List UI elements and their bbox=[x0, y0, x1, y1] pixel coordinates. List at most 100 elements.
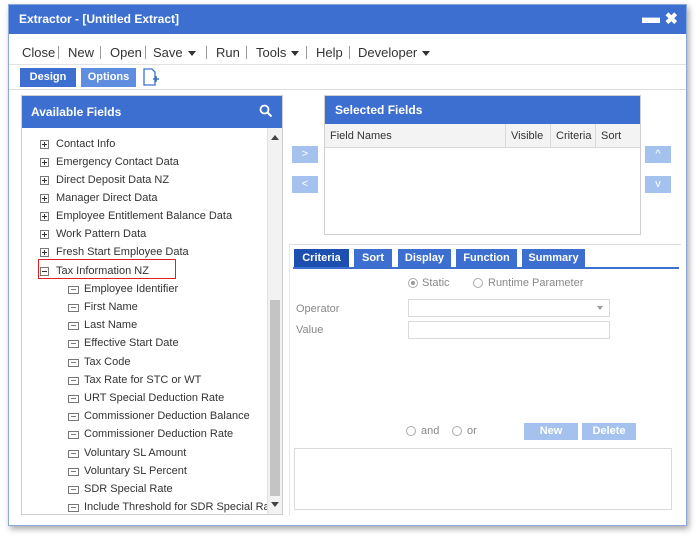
minimize-icon[interactable]: ▬ bbox=[642, 7, 660, 28]
expand-icon[interactable] bbox=[40, 248, 49, 257]
menu-separator bbox=[206, 46, 207, 59]
tab-display[interactable]: Display bbox=[398, 249, 451, 267]
field-icon bbox=[68, 431, 79, 439]
runtime-parameter-label: Runtime Parameter bbox=[488, 277, 584, 289]
tab-function[interactable]: Function bbox=[456, 249, 517, 267]
field-label: SDR Special Rate bbox=[84, 483, 173, 495]
menu-help[interactable]: Help bbox=[316, 45, 343, 60]
tree-group-label: Contact Info bbox=[56, 138, 116, 150]
title-bar: Extractor - [Untitled Extract] ▬ ✖ bbox=[9, 5, 686, 34]
menu-separator bbox=[145, 46, 146, 59]
menu-tools-label: Tools bbox=[256, 45, 287, 60]
expand-icon[interactable] bbox=[40, 230, 49, 239]
menu-separator bbox=[58, 46, 59, 59]
field-label: URT Special Deduction Rate bbox=[84, 392, 225, 404]
design-tab[interactable]: Design bbox=[20, 68, 76, 87]
move-down-button[interactable]: v bbox=[645, 176, 671, 193]
menu-save-label: Save bbox=[153, 45, 183, 60]
tab-criteria[interactable]: Criteria bbox=[294, 249, 349, 267]
field-label: Employee Identifier bbox=[84, 283, 179, 295]
operator-select[interactable] bbox=[408, 299, 610, 317]
search-icon[interactable] bbox=[259, 104, 273, 118]
field-label: Tax Rate for STC or WT bbox=[84, 374, 202, 386]
scroll-up-icon[interactable] bbox=[271, 135, 279, 140]
field-icon bbox=[68, 340, 79, 348]
tree-group-label: Manager Direct Data bbox=[56, 192, 158, 204]
field-label: Include Threshold for SDR Special Rate bbox=[84, 501, 268, 513]
expand-icon[interactable] bbox=[40, 140, 49, 149]
column-header-field-names[interactable]: Field Names bbox=[325, 124, 506, 148]
scroll-down-icon[interactable] bbox=[271, 502, 279, 507]
menu-developer-label: Developer bbox=[358, 45, 418, 60]
or-label: or bbox=[467, 425, 477, 437]
column-header-sort[interactable]: Sort bbox=[596, 124, 640, 148]
expand-icon[interactable] bbox=[40, 194, 49, 203]
chevron-down-icon bbox=[291, 51, 300, 57]
close-icon[interactable]: ✖ bbox=[665, 9, 678, 29]
new-criteria-button[interactable]: New bbox=[524, 423, 578, 440]
value-input[interactable] bbox=[408, 321, 610, 339]
menu-separator bbox=[349, 46, 350, 59]
field-label: Commissioner Deduction Balance bbox=[84, 410, 250, 422]
chevron-down-icon bbox=[187, 51, 196, 57]
menu-bar: Close New Open Save Run Tools Help Devel… bbox=[9, 39, 686, 65]
selected-fields-title: Selected Fields bbox=[335, 103, 423, 117]
chevron-down-icon bbox=[597, 306, 603, 310]
menu-close[interactable]: Close bbox=[22, 45, 55, 60]
menu-run[interactable]: Run bbox=[216, 45, 240, 60]
available-fields-panel: Available Fields Contact Info Emergency … bbox=[21, 95, 283, 515]
runtime-parameter-radio[interactable] bbox=[473, 278, 483, 288]
menu-open[interactable]: Open bbox=[110, 45, 142, 60]
or-radio[interactable] bbox=[452, 426, 462, 436]
delete-criteria-button[interactable]: Delete bbox=[582, 423, 636, 440]
available-fields-title: Available Fields bbox=[31, 105, 122, 119]
view-toolbar: Design Options bbox=[9, 66, 686, 90]
move-up-button[interactable]: ^ bbox=[645, 146, 671, 163]
tree-group-label: Emergency Contact Data bbox=[56, 156, 179, 168]
tree-group-label: Work Pattern Data bbox=[56, 228, 147, 240]
selected-fields-header: Selected Fields bbox=[325, 96, 640, 124]
tab-underline bbox=[293, 267, 679, 269]
menu-new[interactable]: New bbox=[68, 45, 94, 60]
expand-icon[interactable] bbox=[40, 176, 49, 185]
field-icon bbox=[68, 359, 79, 367]
expand-icon[interactable] bbox=[40, 212, 49, 221]
tab-sort[interactable]: Sort bbox=[354, 249, 392, 267]
tree-group-label: Employee Entitlement Balance Data bbox=[56, 210, 233, 222]
tab-summary[interactable]: Summary bbox=[522, 249, 585, 267]
add-field-button[interactable]: > bbox=[292, 146, 318, 163]
chevron-down-icon bbox=[422, 51, 431, 57]
menu-separator bbox=[100, 46, 101, 59]
tree-group-label: Fresh Start Employee Data bbox=[56, 246, 189, 258]
expand-icon[interactable] bbox=[40, 158, 49, 167]
tree-group-label: Tax Information NZ bbox=[56, 265, 149, 277]
column-header-criteria[interactable]: Criteria bbox=[551, 124, 596, 148]
field-icon bbox=[68, 304, 79, 312]
menu-tools[interactable]: Tools bbox=[256, 45, 300, 60]
collapse-icon[interactable] bbox=[40, 267, 49, 276]
criteria-expression-box[interactable] bbox=[294, 448, 672, 510]
field-label: Commissioner Deduction Rate bbox=[84, 428, 234, 440]
options-tab[interactable]: Options bbox=[81, 68, 136, 87]
field-icon bbox=[68, 395, 79, 403]
tree-scrollbar[interactable] bbox=[267, 128, 282, 514]
field-label: Last Name bbox=[84, 319, 138, 331]
remove-field-button[interactable]: < bbox=[292, 176, 318, 193]
scroll-thumb[interactable] bbox=[270, 300, 280, 496]
field-icon bbox=[68, 468, 79, 476]
menu-developer[interactable]: Developer bbox=[358, 45, 431, 60]
field-icon bbox=[68, 486, 79, 494]
menu-separator bbox=[246, 46, 247, 59]
static-label: Static bbox=[422, 277, 450, 289]
field-icon bbox=[68, 504, 79, 512]
extractor-window: Extractor - [Untitled Extract] ▬ ✖ Close… bbox=[8, 4, 687, 526]
field-icon bbox=[68, 322, 79, 330]
operator-label: Operator bbox=[296, 303, 340, 315]
menu-save[interactable]: Save bbox=[153, 45, 196, 60]
column-header-visible[interactable]: Visible bbox=[506, 124, 551, 148]
and-radio[interactable] bbox=[406, 426, 416, 436]
static-radio[interactable] bbox=[408, 278, 418, 288]
field-icon bbox=[68, 286, 79, 294]
field-label: Tax Code bbox=[84, 356, 131, 368]
add-document-icon[interactable] bbox=[142, 68, 160, 87]
